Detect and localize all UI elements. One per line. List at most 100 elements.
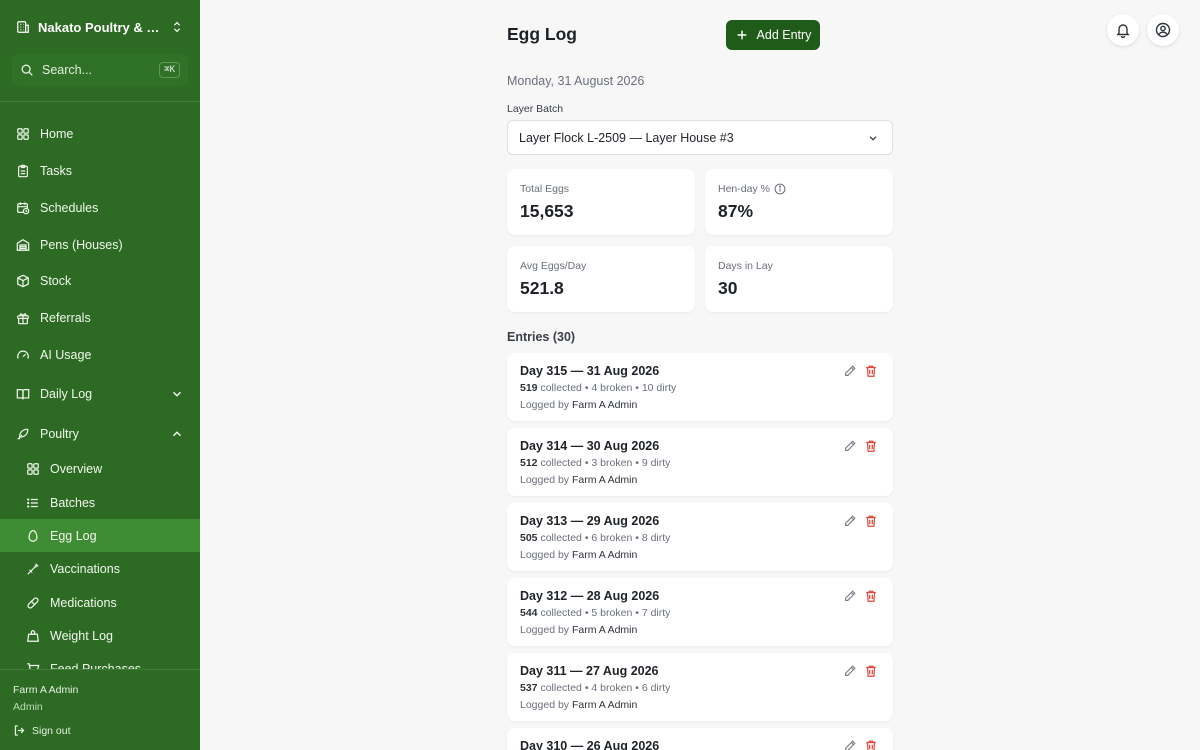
stat-total-eggs: Total Eggs 15,653 <box>507 169 695 235</box>
entry-logged-user: Farm A Admin <box>571 624 638 636</box>
layer-batch-select[interactable]: Layer Flock L-2509 — Layer House #3 <box>507 120 893 155</box>
user-menu-button[interactable] <box>1147 14 1179 46</box>
sidebar-item-ai-usage[interactable]: AI Usage <box>0 338 200 371</box>
info-icon[interactable] <box>774 183 786 195</box>
layer-batch-label: Layer Batch <box>507 103 564 115</box>
entry-logged-user: Farm A Admin <box>571 474 638 486</box>
sidebar-sub-batches[interactable]: Batches <box>0 486 200 519</box>
sidebar-item-poultry[interactable]: Poultry <box>0 417 200 450</box>
notifications-button[interactable] <box>1107 14 1139 46</box>
farm-switcher[interactable]: Nakato Poultry & Dairy <box>16 16 184 38</box>
sign-out-button[interactable]: Sign out <box>13 724 71 737</box>
add-entry-button[interactable]: Add Entry <box>726 20 820 50</box>
sidebar-sub-egg-log[interactable]: Egg Log <box>0 519 200 552</box>
page-title: Egg Log <box>507 24 577 44</box>
search-input[interactable]: Search... ⌘K <box>12 54 188 86</box>
entry-collected: 512 <box>520 457 538 469</box>
plus-icon <box>735 28 749 42</box>
stat-label-text: Total Eggs <box>520 183 570 195</box>
sidebar-sub-weight-log[interactable]: Weight Log <box>0 619 200 652</box>
entry-logged-by: Logged by Farm A Admin <box>520 399 637 411</box>
entries-heading: Entries (30) <box>507 330 576 344</box>
stat-avg-eggs-day: Avg Eggs/Day 521.8 <box>507 246 695 312</box>
stat-label: Avg Eggs/Day <box>520 260 586 272</box>
gauge-icon <box>16 348 30 362</box>
sidebar-item-pens[interactable]: Pens (Houses) <box>0 228 200 261</box>
sidebar-sub-medications[interactable]: Medications <box>0 586 200 619</box>
sidebar: Nakato Poultry & Dairy Search... ⌘K Home… <box>0 0 200 750</box>
user-name: Farm A Admin <box>13 684 79 696</box>
pill-icon <box>26 596 40 610</box>
sign-out-icon <box>13 724 26 737</box>
entry-dirty: 7 dirty <box>641 607 671 619</box>
search-placeholder: Search... <box>42 63 93 77</box>
edit-icon[interactable] <box>843 664 857 678</box>
delete-icon[interactable] <box>864 589 878 603</box>
entry-logged-prefix: Logged by <box>520 624 570 636</box>
entry-collected: 544 <box>520 607 538 619</box>
sidebar-item-referrals[interactable]: Referrals <box>0 301 200 334</box>
entry-summary: 512 collected • 3 broken • 9 dirty <box>520 457 671 469</box>
delete-icon[interactable] <box>864 664 878 678</box>
entry-logged-by: Logged by Farm A Admin <box>520 624 637 636</box>
entry-dirty: 9 dirty <box>641 457 671 469</box>
sidebar-item-home[interactable]: Home <box>0 117 200 150</box>
edit-icon[interactable] <box>843 364 857 378</box>
sidebar-item-tasks[interactable]: Tasks <box>0 154 200 187</box>
entry-broken: 4 broken <box>591 382 633 394</box>
delete-icon[interactable] <box>864 739 878 750</box>
search-shortcut: ⌘K <box>159 62 180 78</box>
sidebar-sub-label: Medications <box>50 595 117 610</box>
entry-broken: 4 broken <box>591 682 633 694</box>
sidebar-item-label: Schedules <box>40 200 99 215</box>
stat-label-text: Avg Eggs/Day <box>520 260 587 272</box>
entry-logged-user: Farm A Admin <box>571 399 638 411</box>
chevron-down-icon <box>170 387 184 401</box>
bell-icon <box>1115 22 1131 38</box>
sidebar-item-stock[interactable]: Stock <box>0 264 200 297</box>
entry-logged-by: Logged by Farm A Admin <box>520 549 637 561</box>
clipboard-icon <box>16 164 30 178</box>
entry-card: Day 310 — 26 Aug 2026 <box>507 728 893 750</box>
entry-card: Day 311 — 27 Aug 2026 537 collected • 4 … <box>507 653 893 721</box>
delete-icon[interactable] <box>864 439 878 453</box>
entry-title: Day 311 — 27 Aug 2026 <box>520 664 659 678</box>
grid-icon <box>26 462 40 476</box>
egg-icon <box>26 529 40 543</box>
package-icon <box>16 274 30 288</box>
entry-summary: 537 collected • 4 broken • 6 dirty <box>520 682 671 694</box>
edit-icon[interactable] <box>843 739 857 750</box>
sign-out-label: Sign out <box>32 724 71 737</box>
edit-icon[interactable] <box>843 439 857 453</box>
sidebar-sub-label: Batches <box>50 495 96 510</box>
entry-card: Day 314 — 30 Aug 2026 512 collected • 3 … <box>507 428 893 496</box>
sidebar-item-daily-log[interactable]: Daily Log <box>0 377 200 410</box>
layer-batch-value: Layer Flock L-2509 — Layer House #3 <box>519 130 734 145</box>
stat-value: 15,653 <box>520 201 574 221</box>
entry-dirty: 6 dirty <box>641 682 671 694</box>
sidebar-item-label: Poultry <box>40 426 79 441</box>
sidebar-item-label: Tasks <box>40 163 72 178</box>
entry-card: Day 315 — 31 Aug 2026 519 collected • 4 … <box>507 353 893 421</box>
edit-icon[interactable] <box>843 514 857 528</box>
sidebar-item-schedules[interactable]: Schedules <box>0 191 200 224</box>
stat-hen-day: Hen-day % 87% <box>705 169 893 235</box>
sidebar-sub-overview[interactable]: Overview <box>0 452 200 485</box>
sidebar-sub-label: Egg Log <box>50 528 97 543</box>
sidebar-sub-label: Vaccinations <box>50 561 120 576</box>
entry-collected-label: collected <box>540 457 582 469</box>
delete-icon[interactable] <box>864 364 878 378</box>
stat-label: Total Eggs <box>520 183 569 195</box>
stat-value: 87% <box>718 201 754 221</box>
list-icon <box>26 496 40 510</box>
chevron-up-icon <box>170 427 184 441</box>
calendar-clock-icon <box>16 201 30 215</box>
entry-logged-prefix: Logged by <box>520 474 570 486</box>
building-icon <box>16 20 30 34</box>
stat-label-text: Days in Lay <box>718 260 773 272</box>
delete-icon[interactable] <box>864 514 878 528</box>
user-role: Admin <box>13 701 43 713</box>
sidebar-sub-vaccinations[interactable]: Vaccinations <box>0 552 200 585</box>
edit-icon[interactable] <box>843 589 857 603</box>
entry-logged-prefix: Logged by <box>520 549 570 561</box>
